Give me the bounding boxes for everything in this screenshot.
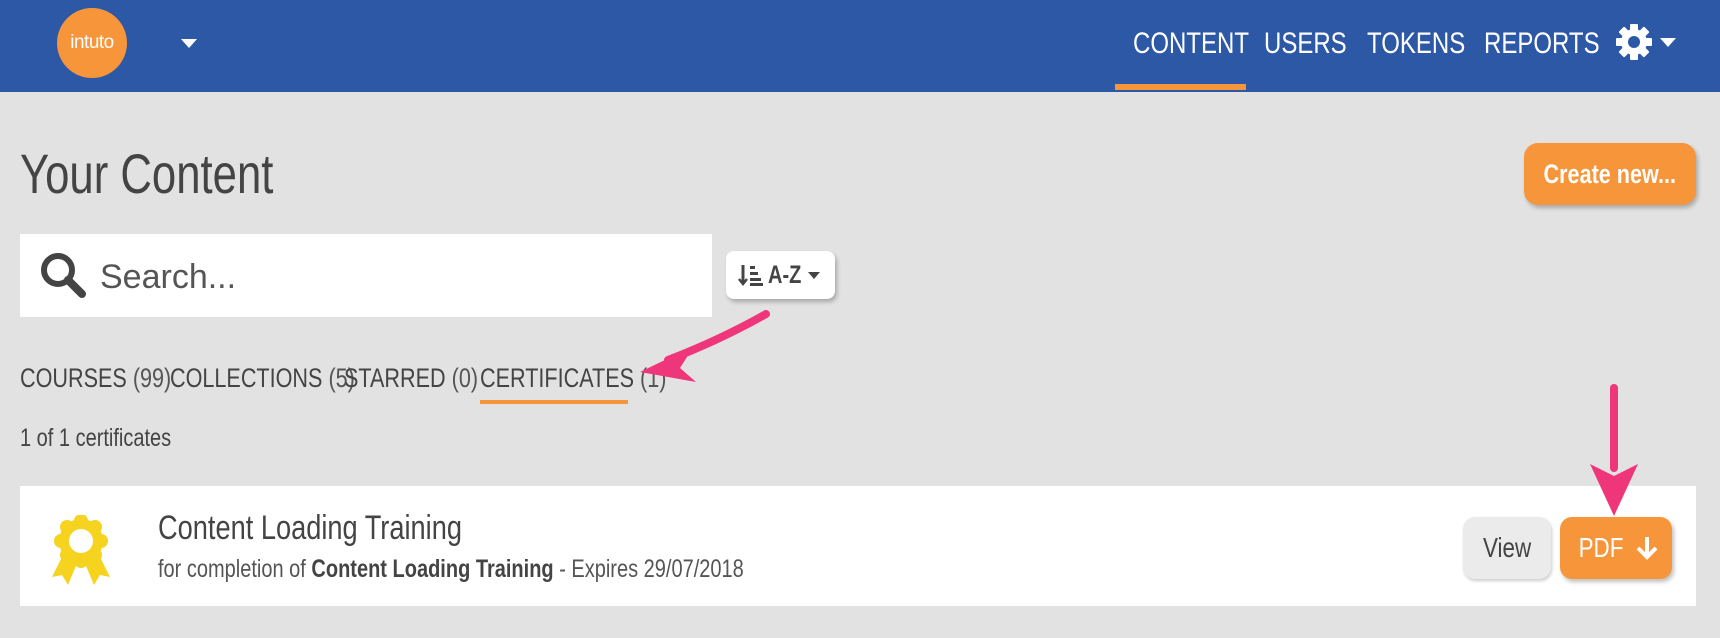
certificate-prefix: for completion of	[158, 555, 306, 583]
annotation-arrow-certificates	[664, 310, 770, 364]
tab-active-indicator	[480, 400, 628, 404]
results-summary: 1 of 1 certificates	[20, 424, 172, 452]
pdf-label: PDF	[1578, 532, 1624, 563]
tab-starred-count: (0)	[451, 363, 479, 393]
nav-tokens[interactable]: TOKENS	[1367, 22, 1465, 92]
certificate-expiry: - Expires 29/07/2018	[559, 555, 744, 583]
settings-dropdown-caret-icon[interactable]	[1660, 38, 1676, 47]
sort-alpha-icon	[738, 265, 763, 287]
certificate-ribbon-icon	[52, 515, 110, 585]
tab-courses-count: (99)	[132, 363, 172, 393]
tab-courses[interactable]: COURSES (99)	[20, 360, 171, 404]
nav-reports[interactable]: REPORTS	[1484, 22, 1600, 92]
account-dropdown-caret-icon[interactable]	[181, 39, 197, 48]
tab-certificates-count: (1)	[640, 363, 667, 393]
certificate-course: Content Loading Training	[311, 555, 554, 583]
pdf-download-button[interactable]: PDF	[1560, 517, 1672, 579]
certificate-subtitle: for completion of Content Loading Traini…	[158, 552, 744, 586]
tab-certificates-label: CERTIFICATES	[480, 363, 635, 393]
nav-content[interactable]: CONTENT	[1133, 22, 1249, 92]
tab-collections-label: COLLECTIONS	[170, 363, 323, 393]
gear-icon[interactable]	[1614, 22, 1654, 62]
arrow-down-icon	[1636, 537, 1658, 560]
nav-users[interactable]: USERS	[1264, 22, 1347, 92]
view-button[interactable]: View	[1463, 517, 1551, 579]
tab-starred[interactable]: STARRED (0)	[344, 360, 478, 404]
page-title: Your Content	[20, 142, 274, 205]
sort-dropdown[interactable]: A-Z	[726, 251, 835, 299]
search-icon	[41, 253, 86, 298]
nav-active-indicator	[1115, 84, 1246, 90]
tab-starred-label: STARRED	[344, 363, 446, 393]
sort-label: A-Z	[768, 260, 802, 289]
logo[interactable]: intuto	[57, 8, 127, 78]
sort-caret-icon	[808, 272, 820, 279]
create-new-label: Create new...	[1543, 158, 1677, 189]
create-new-button[interactable]: Create new...	[1524, 143, 1696, 205]
tab-collections[interactable]: COLLECTIONS (5)	[170, 360, 355, 404]
certificate-title: Content Loading Training	[158, 509, 462, 547]
view-label: View	[1482, 532, 1532, 563]
logo-text: intuto	[70, 32, 114, 53]
tab-certificates[interactable]: CERTIFICATES (1)	[480, 360, 666, 404]
tab-courses-label: COURSES	[20, 363, 127, 393]
search-input[interactable]	[100, 252, 690, 302]
